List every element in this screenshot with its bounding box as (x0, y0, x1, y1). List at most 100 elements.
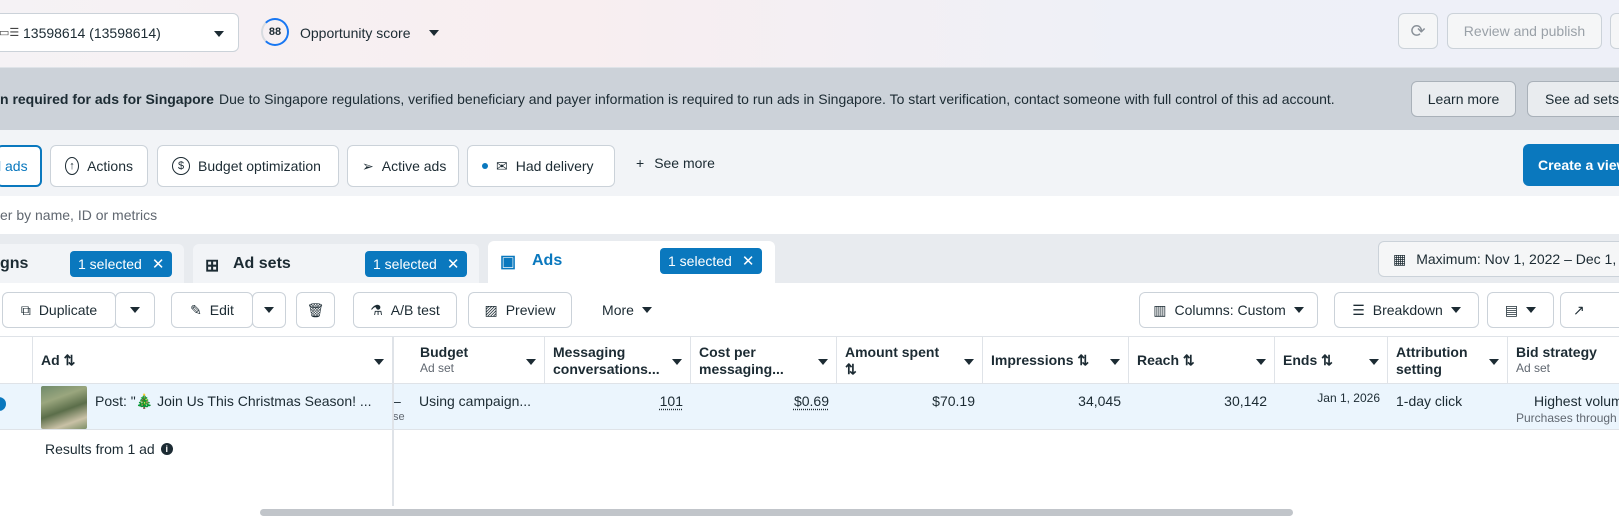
chevron-down-icon (1489, 359, 1499, 365)
ad-sets-selected-pill[interactable]: 1 selected ✕ (365, 251, 468, 277)
tab-ads[interactable]: ▣ Ads 1 selected ✕ (488, 241, 775, 283)
amount-spent-cell: $70.19 (932, 393, 975, 409)
sort-icon: ⇅ (1321, 352, 1333, 368)
column-header-impressions[interactable]: Impressions ⇅ (983, 337, 1129, 385)
tab-campaigns-label: gns (0, 255, 29, 272)
horizontal-scrollbar[interactable] (260, 509, 1293, 516)
date-range-picker[interactable]: ▦ Maximum: Nov 1, 2022 – Dec 1, 2 (1378, 241, 1619, 277)
frozen-column-divider (392, 336, 394, 506)
close-icon[interactable]: ✕ (447, 255, 460, 273)
duplicate-button[interactable]: ⧉ Duplicate (2, 292, 116, 328)
see-ad-sets-button[interactable]: See ad sets (1527, 81, 1619, 117)
breakdown-button[interactable]: ☰ Breakdown (1334, 292, 1479, 328)
attribution-cell: 1-day click (1396, 393, 1463, 409)
tab-ad-sets-label: Ad sets (233, 255, 291, 272)
filter-had-delivery[interactable]: ✉ Had delivery (467, 145, 615, 187)
duplicate-dropdown[interactable] (115, 292, 155, 328)
chevron-down-icon (1526, 307, 1537, 313)
campaigns-selected-label: 1 selected (78, 256, 142, 272)
close-icon[interactable]: ✕ (742, 252, 755, 270)
ab-test-button[interactable]: ⚗ A/B test (353, 292, 457, 328)
budget-cell: Using campaign... (419, 393, 532, 409)
sort-icon: ⇅ (1077, 352, 1090, 368)
tab-ads-label: Ads (532, 252, 563, 269)
sort-icon: ⇅ (845, 361, 857, 377)
table-row[interactable]: Post: "🎄 Join Us This Christmas Season! … (0, 384, 1619, 430)
delivery-subtext: se (393, 411, 405, 423)
ads-selected-pill[interactable]: 1 selected ✕ (660, 248, 763, 274)
pencil-icon: ✎ (190, 301, 202, 318)
filter-actions-label: Actions (87, 158, 133, 174)
grid-icon: ⊞ (205, 256, 220, 275)
more-button[interactable]: More (590, 292, 664, 328)
campaigns-selected-pill[interactable]: 1 selected ✕ (70, 251, 173, 277)
cost-per-value[interactable]: $0.69 (794, 393, 829, 409)
search-input[interactable] (0, 201, 900, 229)
ads-selected-label: 1 selected (668, 253, 732, 269)
preview-button[interactable]: ▨ Preview (468, 292, 572, 328)
column-bid-strategy-sublabel: Ad set (1516, 361, 1551, 375)
filter-budget-optimization[interactable]: $ Budget optimization (157, 145, 339, 187)
column-header-amount-spent[interactable]: Amount spent ⇅ (837, 337, 983, 385)
chevron-down-icon[interactable] (429, 30, 439, 36)
column-header-bid-strategy[interactable]: Bid strategy Ad set (1508, 337, 1619, 385)
opportunity-score-label[interactable]: Opportunity score (300, 25, 411, 41)
tab-campaigns[interactable]: gns 1 selected ✕ (0, 244, 184, 283)
preview-label: Preview (505, 302, 556, 318)
refresh-button[interactable]: ⟳ (1398, 13, 1438, 49)
duplicate-icon: ⧉ (20, 301, 31, 318)
info-icon[interactable]: i (160, 443, 173, 455)
column-header-budget[interactable]: Budget Ad set (412, 337, 545, 385)
filter-active-ads[interactable]: ➢ Active ads (347, 145, 459, 187)
column-header-messaging[interactable]: Messaging conversations... (545, 337, 691, 385)
column-ad-label: Ad (41, 352, 60, 368)
review-and-publish-button[interactable]: Review and publish (1447, 13, 1602, 49)
columns-label: Columns: Custom (1174, 302, 1286, 318)
create-view-button[interactable]: Create a view (1523, 144, 1619, 186)
filter-actions[interactable]: ↑ Actions (50, 145, 148, 187)
send-icon: ➢ (362, 157, 374, 174)
overflow-button[interactable] (1610, 13, 1619, 49)
filter-all-ads-label: l ads (0, 158, 28, 174)
edit-label: Edit (209, 302, 234, 318)
column-header-ad[interactable]: Ad ⇅ (33, 337, 393, 385)
breakdown-icon: ☰ (1352, 301, 1365, 318)
ad-sets-selected-label: 1 selected (373, 256, 437, 272)
edit-dropdown[interactable] (252, 292, 286, 328)
bid-strategy-subtext: Purchases through (1516, 411, 1617, 425)
close-icon[interactable]: ✕ (152, 255, 165, 273)
column-header-cost-per[interactable]: Cost per messaging... (691, 337, 837, 385)
sort-icon: ⇅ (63, 352, 76, 368)
row-selected-toggle[interactable] (0, 397, 6, 411)
columns-button[interactable]: ▥ Columns: Custom (1139, 292, 1318, 328)
see-more-button[interactable]: + See more (636, 155, 715, 171)
cost-per-cell[interactable]: $0.69 (691, 384, 837, 430)
column-header-reach[interactable]: Reach ⇅ (1129, 337, 1275, 385)
envelope-icon: ✉ (496, 157, 508, 174)
chevron-down-icon (264, 307, 274, 313)
arrow-up-icon: ↑ (65, 157, 80, 175)
tab-ad-sets[interactable]: ⊞ Ad sets 1 selected ✕ (193, 244, 479, 283)
export-button[interactable]: ↗ (1560, 292, 1619, 328)
reports-button[interactable]: ▤ (1487, 292, 1554, 328)
active-dot-icon (482, 163, 488, 169)
ad-thumbnail[interactable] (41, 386, 87, 429)
learn-more-button[interactable]: Learn more (1411, 81, 1516, 117)
account-selector[interactable]: ▭☰ 13598614 (13598614) (0, 13, 239, 52)
filter-all-ads[interactable]: l ads (0, 145, 42, 187)
account-label: 13598614 (13598614) (23, 24, 161, 41)
column-messaging-label: Messaging conversations... (553, 344, 660, 377)
messaging-value[interactable]: 101 (660, 393, 683, 409)
delete-button[interactable]: 🗑 (296, 292, 335, 328)
opportunity-score-gauge[interactable]: 88 (261, 18, 289, 46)
ad-name-cell[interactable]: Post: "🎄 Join Us This Christmas Season! … (95, 384, 380, 430)
column-header-ends[interactable]: Ends ⇅ (1275, 337, 1388, 385)
messaging-cell[interactable]: 101 (545, 384, 691, 430)
column-reach-label: Reach (1137, 352, 1180, 368)
column-header-attribution[interactable]: Attribution setting (1388, 337, 1508, 385)
chevron-down-icon (526, 359, 536, 365)
chevron-down-icon (818, 359, 828, 365)
reports-icon: ▤ (1504, 301, 1519, 318)
edit-button[interactable]: ✎ Edit (171, 292, 253, 328)
column-header-toggle[interactable] (0, 337, 33, 385)
